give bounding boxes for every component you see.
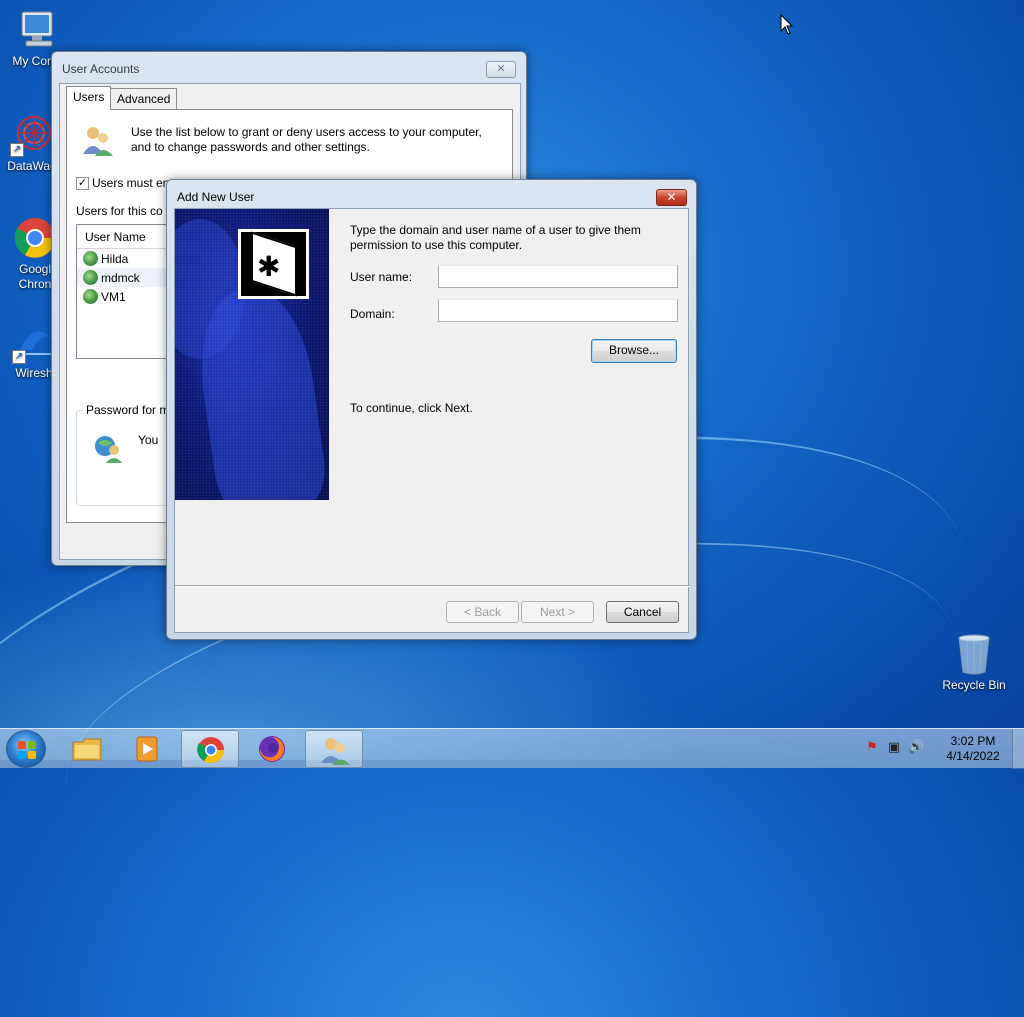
show-desktop-button[interactable] [1012, 729, 1024, 769]
shortcut-arrow-icon: ↗ [10, 143, 24, 157]
user-name: Hilda [101, 251, 129, 266]
chrome-icon [195, 735, 227, 765]
taskbar: ⚑ ▣ 🔊 3:02 PM 4/14/2022 [0, 728, 1024, 769]
clock-time: 3:02 PM [950, 734, 996, 748]
tab-users[interactable]: Users [66, 86, 112, 110]
intro-line: Use the list below to grant or deny user… [131, 125, 482, 139]
user-key-logo-icon: ✱ [238, 229, 309, 299]
datawagon-icon: ↗ [10, 113, 54, 157]
browse-button[interactable]: Browse... [591, 339, 677, 363]
taskbar-media-player[interactable] [118, 730, 176, 768]
user-name: mdmck [101, 270, 140, 285]
volume-icon[interactable]: 🔊 [908, 739, 924, 755]
network-icon[interactable]: ▣ [886, 739, 902, 755]
firefox-icon [256, 734, 288, 764]
action-center-icon[interactable]: ⚑ [864, 739, 880, 755]
username-field[interactable] [438, 265, 678, 288]
user-globe-icon [83, 251, 98, 266]
user-globe-icon [93, 433, 123, 463]
groupbox-label: Password for m [83, 403, 173, 417]
users-icon [81, 124, 115, 156]
add-new-user-dialog: Add New User ✕ ✱ Type the domain and use… [166, 179, 697, 640]
checkbox-label: Users must en [92, 176, 170, 190]
clock[interactable]: 3:02 PM 4/14/2022 [940, 734, 1006, 764]
domain-label: Domain: [350, 307, 395, 321]
instruction-line: Type the domain and user name of a user … [350, 223, 641, 237]
password-text: You [138, 433, 159, 447]
user-globe-icon [83, 270, 98, 285]
divider [175, 585, 690, 587]
folder-icon [71, 734, 103, 764]
users-for-computer-label: Users for this co [76, 204, 163, 218]
user-accounts-icon [319, 735, 351, 765]
intro-text: Use the list below to grant or deny user… [131, 125, 501, 155]
username-label: User name: [350, 270, 413, 284]
taskbar-user-accounts[interactable] [305, 730, 363, 768]
must-enter-password-checkbox[interactable]: ✓ [76, 177, 89, 190]
domain-field[interactable] [438, 299, 678, 322]
mouse-pointer-icon [780, 14, 794, 35]
next-button[interactable]: Next > [521, 601, 594, 623]
wireshark-icon: ↗ [12, 320, 56, 364]
system-tray: ⚑ ▣ 🔊 [864, 739, 924, 759]
shortcut-arrow-icon: ↗ [12, 350, 26, 364]
dialog-title: Add New User [177, 190, 255, 204]
close-button[interactable]: ✕ [486, 61, 516, 78]
cancel-button[interactable]: Cancel [606, 601, 679, 623]
taskbar-windows-explorer[interactable] [58, 730, 116, 768]
start-button[interactable] [6, 730, 46, 768]
instruction-text: Type the domain and user name of a user … [350, 223, 641, 253]
desktop-icon-label: Recycle Bin [942, 678, 1006, 692]
media-player-icon [131, 734, 163, 764]
user-name: VM1 [101, 289, 126, 304]
desktop-icon-recycle-bin[interactable]: Recycle Bin [936, 632, 1012, 693]
tab-advanced[interactable]: Advanced [110, 88, 178, 110]
close-button[interactable]: ✕ [656, 189, 687, 206]
continue-text: To continue, click Next. [350, 401, 473, 415]
taskbar-firefox[interactable] [243, 730, 301, 768]
recycle-bin-icon [952, 632, 996, 676]
windows-logo-icon [18, 741, 36, 759]
dialog-body: ✱ Type the domain and user name of a use… [174, 208, 690, 633]
wizard-banner-image: ✱ [175, 209, 329, 500]
intro-line: and to change passwords and other settin… [131, 140, 370, 154]
user-globe-icon [83, 289, 98, 304]
window-title: User Accounts [62, 62, 140, 76]
instruction-line: permission to use this computer. [350, 238, 523, 252]
computer-icon [16, 8, 60, 52]
clock-date: 4/14/2022 [946, 749, 1000, 763]
back-button[interactable]: < Back [446, 601, 519, 623]
taskbar-chrome[interactable] [181, 730, 239, 768]
